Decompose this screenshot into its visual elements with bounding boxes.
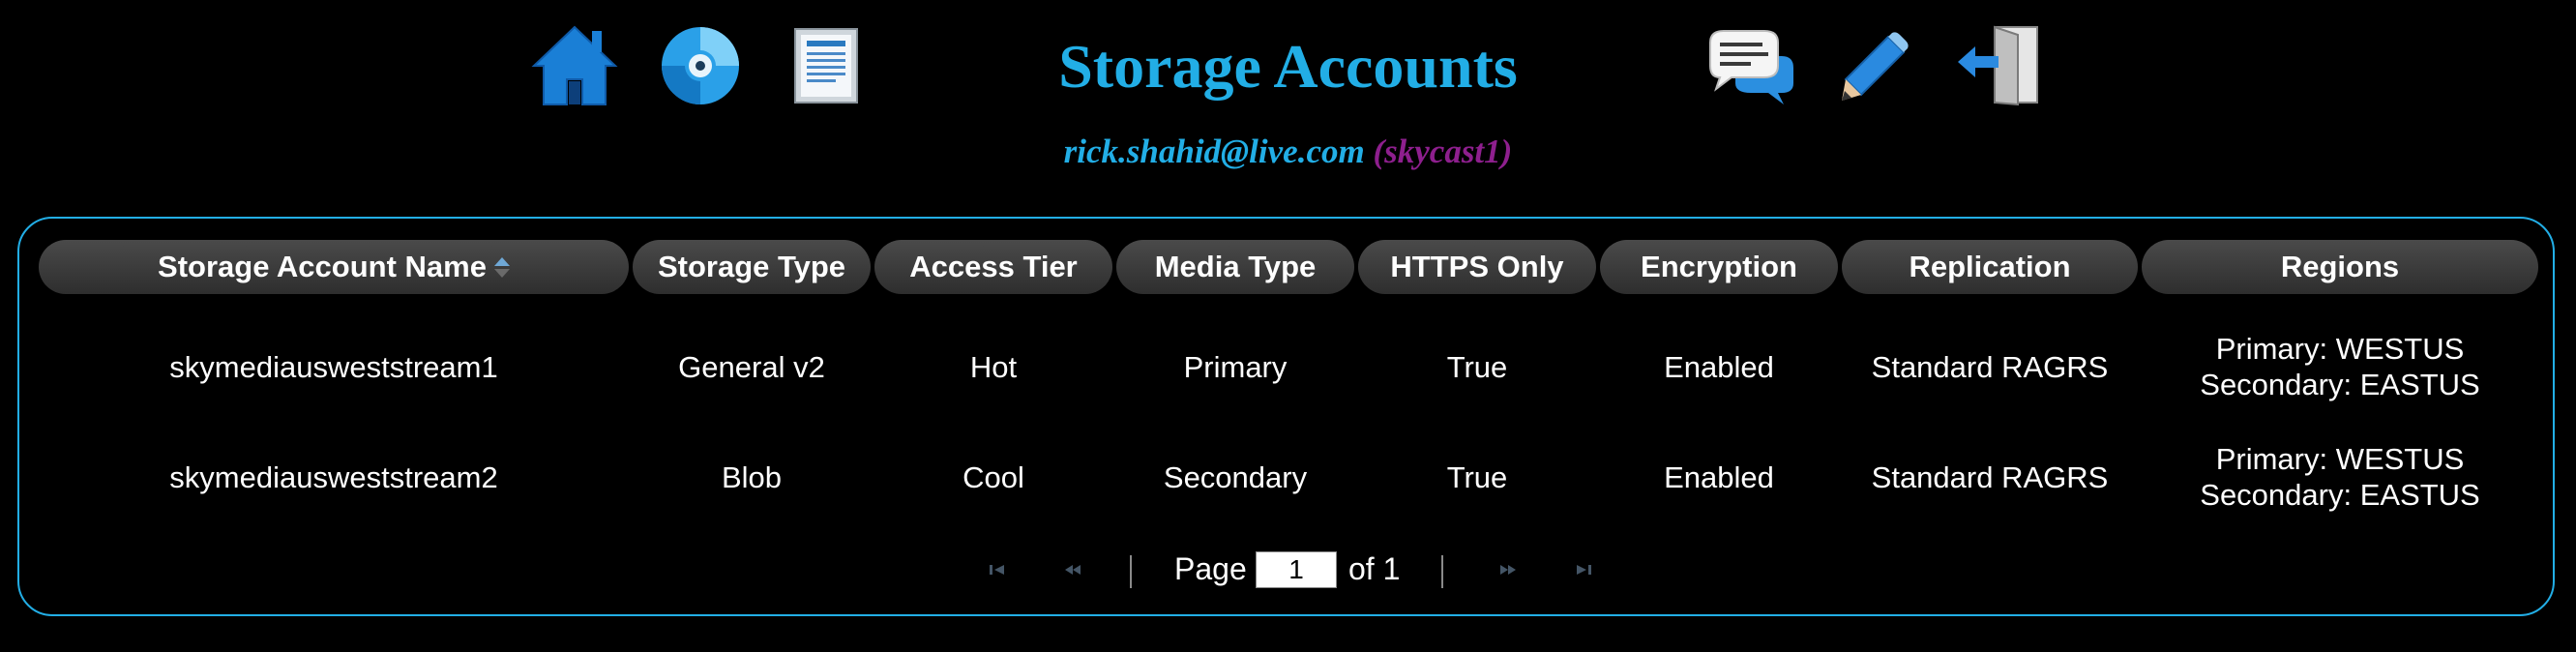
page-title: Storage Accounts xyxy=(1058,32,1518,101)
user-info: rick.shahid@live.com (skycast1) xyxy=(0,133,2576,171)
pagination: Page of 1 xyxy=(19,548,2557,596)
cell-replication: Standard RAGRS xyxy=(1871,349,2109,384)
column-header-label: Storage Account Name xyxy=(158,250,487,283)
region-secondary: Secondary: EASTUS xyxy=(2200,368,2480,401)
column-header-regions[interactable]: Regions xyxy=(2142,240,2538,294)
column-header-https-only[interactable]: HTTPS Only xyxy=(1358,240,1596,294)
prev-page-icon[interactable] xyxy=(1062,559,1083,580)
cell-encryption: Enabled xyxy=(1664,459,1774,494)
column-header-name[interactable]: Storage Account Name xyxy=(39,240,629,294)
page-label: Page xyxy=(1174,551,1247,586)
sort-icon[interactable] xyxy=(493,255,510,279)
column-header-replication[interactable]: Replication xyxy=(1842,240,2138,294)
account-name: (skycast1) xyxy=(1373,133,1513,170)
cell-storage-type: General v2 xyxy=(678,349,825,384)
column-header-storage-type[interactable]: Storage Type xyxy=(633,240,871,294)
cell-media-type: Secondary xyxy=(1163,459,1308,494)
cell-encryption: Enabled xyxy=(1664,349,1774,384)
storage-accounts-panel: Storage Account Name Storage Type Access… xyxy=(17,217,2555,616)
cell-replication: Standard RAGRS xyxy=(1871,459,2109,494)
last-page-icon[interactable] xyxy=(1573,559,1594,580)
pager-separator xyxy=(1130,555,1132,588)
first-page-icon[interactable] xyxy=(987,559,1008,580)
cell-https-only: True xyxy=(1446,349,1508,384)
pager-separator xyxy=(1441,555,1443,588)
pencil-icon[interactable] xyxy=(1838,31,1910,103)
cell-storage-type: Blob xyxy=(721,459,783,494)
column-header-encryption[interactable]: Encryption xyxy=(1600,240,1838,294)
region-secondary: Secondary: EASTUS xyxy=(2200,478,2480,512)
next-page-icon[interactable] xyxy=(1497,559,1519,580)
column-header-media-type[interactable]: Media Type xyxy=(1116,240,1354,294)
header: Storage Accounts rick.shahid@live.com (s… xyxy=(0,0,2576,213)
cell-media-type: Primary xyxy=(1183,349,1288,384)
page-number-input[interactable] xyxy=(1256,551,1337,588)
logout-icon[interactable] xyxy=(1954,23,2043,106)
cell-access-tier: Cool xyxy=(962,459,1024,494)
cell-name: skymediausweststream1 xyxy=(169,349,498,384)
cell-access-tier: Hot xyxy=(969,349,1018,384)
column-header-access-tier[interactable]: Access Tier xyxy=(874,240,1112,294)
region-primary: Primary: WESTUS xyxy=(2215,332,2465,366)
cell-name: skymediausweststream2 xyxy=(169,459,498,494)
cell-regions: Primary: WESTUS Secondary: EASTUS xyxy=(2142,433,2538,520)
user-email: rick.shahid@live.com xyxy=(1063,133,1365,170)
chat-icon[interactable] xyxy=(1706,29,1795,106)
cell-regions: Primary: WESTUS Secondary: EASTUS xyxy=(2142,323,2538,410)
region-primary: Primary: WESTUS xyxy=(2215,442,2465,476)
page-of-label: of 1 xyxy=(1348,551,1401,586)
cell-https-only: True xyxy=(1446,459,1508,494)
